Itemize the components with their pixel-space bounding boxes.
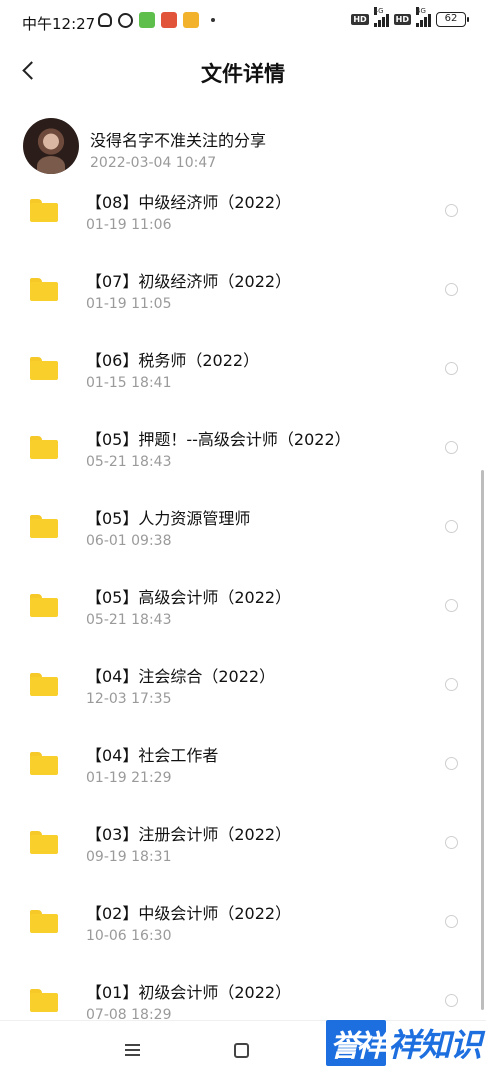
file-item[interactable]: 【08】中级经济师（2022） 01-19 11:06 — [0, 185, 486, 258]
share-time: 2022-03-04 10:47 — [90, 155, 217, 171]
file-item[interactable]: 【07】初级经济师（2022） 01-19 11:05 — [0, 258, 486, 337]
file-name: 【01】初级会计师（2022） — [86, 983, 292, 1002]
scrollbar[interactable] — [481, 470, 484, 1010]
taobao-app-icon — [161, 12, 177, 28]
folder-icon — [30, 357, 58, 380]
more-notifications-icon — [211, 18, 215, 22]
folder-icon — [30, 515, 58, 538]
file-name: 【04】注会综合（2022） — [86, 667, 276, 686]
alarm-clock-icon — [118, 12, 133, 28]
folder-icon — [30, 199, 58, 222]
file-time: 05-21 18:43 — [86, 454, 172, 470]
file-name: 【05】押题！--高级会计师（2022） — [86, 430, 351, 449]
file-item[interactable]: 【05】高级会计师（2022） 05-21 18:43 — [0, 574, 486, 653]
file-time: 07-08 18:29 — [86, 1007, 172, 1020]
folder-icon — [30, 594, 58, 617]
watermark-logo: 誉祥 — [326, 1020, 386, 1066]
folder-icon — [30, 831, 58, 854]
page-title: 文件详情 — [201, 62, 285, 86]
select-radio[interactable] — [445, 757, 458, 770]
muted-bell-icon — [98, 13, 112, 27]
notes-app-icon — [183, 12, 199, 28]
file-name: 【06】税务师（2022） — [86, 351, 260, 370]
file-item[interactable]: 【04】注会综合（2022） 12-03 17:35 — [0, 653, 486, 732]
file-name: 【08】中级经济师（2022） — [86, 193, 292, 212]
file-time: 01-15 18:41 — [86, 375, 172, 391]
select-radio[interactable] — [445, 520, 458, 533]
file-name: 【02】中级会计师（2022） — [86, 904, 292, 923]
select-radio[interactable] — [445, 599, 458, 612]
status-bar: 中午12:27 HD 4G HD 4G 62 — [0, 0, 486, 46]
file-item[interactable]: 【03】注册会计师（2022） 09-19 18:31 — [0, 811, 486, 890]
select-radio[interactable] — [445, 441, 458, 454]
folder-icon — [30, 752, 58, 775]
folder-icon — [30, 436, 58, 459]
page-header: 文件详情 — [0, 46, 486, 100]
folder-icon — [30, 910, 58, 933]
folder-icon — [30, 989, 58, 1012]
file-item[interactable]: 【01】初级会计师（2022） 07-08 18:29 — [0, 969, 486, 1020]
select-radio[interactable] — [445, 204, 458, 217]
avatar[interactable] — [23, 118, 79, 174]
status-icons-right: HD 4G HD 4G 62 — [351, 6, 469, 27]
file-item[interactable]: 【04】社会工作者 01-19 21:29 — [0, 732, 486, 811]
file-time: 09-19 18:31 — [86, 849, 172, 865]
select-radio[interactable] — [445, 994, 458, 1007]
sharer-name: 没得名字不准关注的分享 — [90, 131, 267, 150]
select-radio[interactable] — [445, 678, 458, 691]
file-name: 【07】初级经济师（2022） — [86, 272, 292, 291]
hd-volte-icon: HD — [351, 14, 369, 25]
file-name: 【05】人力资源管理师 — [86, 509, 251, 528]
file-time: 01-19 11:05 — [86, 296, 172, 312]
share-info: 没得名字不准关注的分享 2022-03-04 10:47 — [0, 112, 486, 188]
select-radio[interactable] — [445, 362, 458, 375]
file-time: 10-06 16:30 — [86, 928, 172, 944]
file-item[interactable]: 【02】中级会计师（2022） 10-06 16:30 — [0, 890, 486, 969]
signal-icon: 4G — [373, 6, 389, 27]
home-icon[interactable] — [234, 1043, 249, 1058]
select-radio[interactable] — [445, 836, 458, 849]
hd-volte-icon-2: HD — [393, 14, 411, 25]
recent-apps-icon[interactable] — [125, 1044, 140, 1056]
file-name: 【04】社会工作者 — [86, 746, 219, 765]
select-radio[interactable] — [445, 283, 458, 296]
signal-icon-2: 4G — [416, 6, 431, 27]
folder-icon — [30, 278, 58, 301]
watermark: 誉祥 祥知识 — [326, 1015, 486, 1071]
file-item[interactable]: 【05】押题！--高级会计师（2022） 05-21 18:43 — [0, 416, 486, 495]
select-radio[interactable] — [445, 915, 458, 928]
file-time: 12-03 17:35 — [86, 691, 172, 707]
battery-icon: 62 — [436, 12, 469, 27]
folder-icon — [30, 673, 58, 696]
watermark-text: 祥知识 — [388, 1026, 482, 1064]
file-time: 05-21 18:43 — [86, 612, 172, 628]
file-name: 【03】注册会计师（2022） — [86, 825, 292, 844]
status-icons-left — [98, 12, 215, 28]
file-time: 01-19 11:06 — [86, 217, 172, 233]
status-time: 中午12:27 — [22, 15, 96, 33]
file-time: 01-19 21:29 — [86, 770, 172, 786]
download-app-icon — [139, 12, 155, 28]
file-item[interactable]: 【06】税务师（2022） 01-15 18:41 — [0, 337, 486, 416]
file-list[interactable]: 【08】中级经济师（2022） 01-19 11:06 【07】初级经济师（20… — [0, 185, 486, 1020]
file-name: 【05】高级会计师（2022） — [86, 588, 292, 607]
file-item[interactable]: 【05】人力资源管理师 06-01 09:38 — [0, 495, 486, 574]
file-time: 06-01 09:38 — [86, 533, 172, 549]
